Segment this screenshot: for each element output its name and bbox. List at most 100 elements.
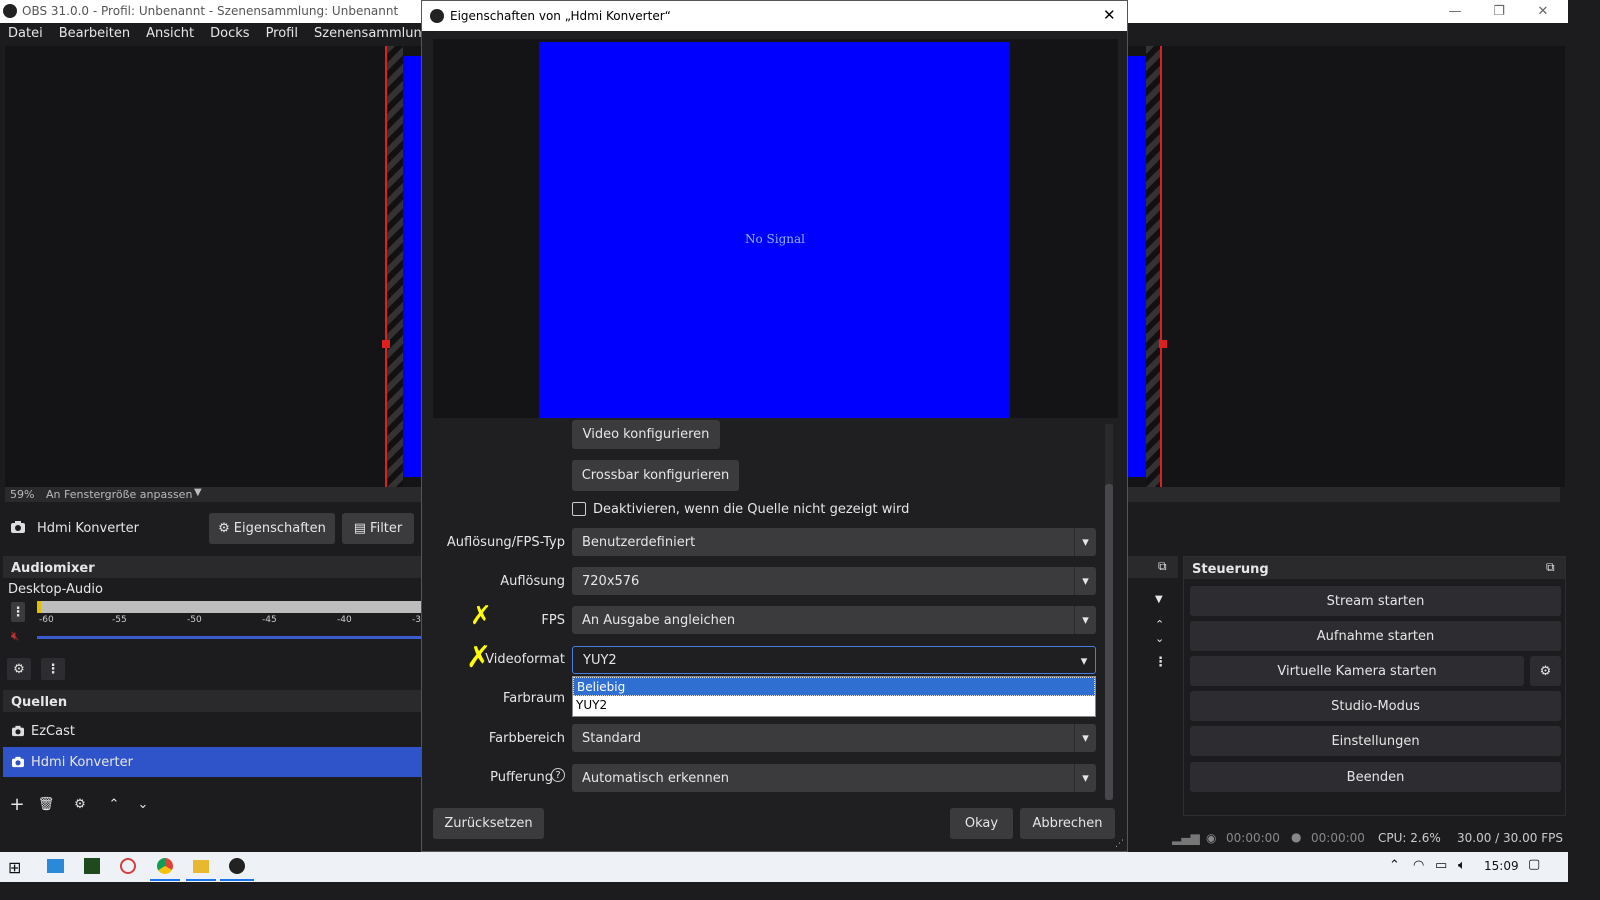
notification-icon[interactable]: ▢ xyxy=(1528,857,1540,872)
chevron-up-icon[interactable]: ⌃ xyxy=(1155,618,1164,631)
dropdown-option-beliebig[interactable]: Beliebig xyxy=(573,677,1095,696)
zoom-level: 59% xyxy=(10,488,35,501)
zoom-dropdown-icon[interactable]: ▼ xyxy=(194,487,202,498)
buffering-label: Pufferung xyxy=(490,770,553,785)
res-type-value: Benutzerdefiniert xyxy=(582,534,696,550)
fps-select[interactable]: An Ausgabe angleichen ▾ xyxy=(572,606,1096,634)
record-start-button[interactable]: Aufnahme starten xyxy=(1190,621,1561,651)
windows-start-icon[interactable]: ⊞ xyxy=(8,858,21,877)
app-icon-paint[interactable] xyxy=(120,858,136,874)
bbox-handle-left[interactable] xyxy=(382,340,390,348)
add-source-button[interactable]: + xyxy=(5,793,29,815)
camera-icon xyxy=(10,520,26,534)
settings-button[interactable]: Einstellungen xyxy=(1190,726,1561,756)
fps-value: An Ausgabe angleichen xyxy=(582,612,736,628)
active-source-name: Hdmi Konverter xyxy=(37,521,139,536)
obs-taskbar-icon[interactable] xyxy=(229,858,245,874)
mute-icon[interactable]: 🔇︎ xyxy=(11,629,19,644)
volume-meter xyxy=(37,601,421,613)
menu-datei[interactable]: Datei xyxy=(0,23,51,45)
record-time: 00:00:00 xyxy=(1311,831,1365,845)
tick: -45 xyxy=(262,615,277,625)
fit-to-window-label[interactable]: An Fenstergröße anpassen xyxy=(46,488,192,501)
move-up-button[interactable]: ⌃ xyxy=(102,793,126,815)
virtual-camera-button[interactable]: Virtuelle Kamera starten xyxy=(1190,656,1524,686)
audio-settings-button[interactable]: ⚙ xyxy=(7,658,31,680)
clock[interactable]: 15:09 xyxy=(1484,859,1519,873)
restore-button[interactable]: ❐ xyxy=(1476,0,1522,23)
bbox-handle-right[interactable] xyxy=(1159,340,1167,348)
chevron-down-icon[interactable]: ⌄ xyxy=(1155,632,1164,645)
no-signal-text: No Signal xyxy=(745,232,805,246)
gear-icon: ⚙ xyxy=(74,796,86,812)
buffering-select[interactable]: Automatisch erkennen ▾ xyxy=(572,764,1096,792)
scrollbar-thumb[interactable] xyxy=(1105,484,1113,800)
audio-menu-button[interactable]: ⋮ xyxy=(41,658,65,680)
tray-expand-icon[interactable]: ⌃ xyxy=(1389,858,1400,873)
source-item-ezcast[interactable]: EzCast xyxy=(3,716,421,746)
menu-profil[interactable]: Profil xyxy=(258,23,306,45)
transition-menu-icon[interactable]: ⋮ xyxy=(1154,655,1167,670)
chrome-icon[interactable] xyxy=(157,858,173,874)
move-down-button[interactable]: ⌄ xyxy=(131,793,155,815)
channel-menu-button[interactable]: ⋮ xyxy=(11,602,25,622)
source-properties-button[interactable]: ⚙ xyxy=(68,793,92,815)
sources-toolbar: + 🗑︎ ⚙ ⌃ ⌄ xyxy=(5,793,155,815)
filter-button[interactable]: ▤ Filter xyxy=(342,513,414,544)
virtual-camera-settings-button[interactable]: ⚙ xyxy=(1530,656,1561,686)
tick: -3 xyxy=(412,615,421,625)
dialog-titlebar: Eigenschaften von „Hdmi Konverter“ ✕ xyxy=(422,1,1127,31)
chevron-down-icon: ▾ xyxy=(1074,528,1096,556)
active-indicator xyxy=(186,879,216,881)
chevron-down-icon[interactable]: ▼ xyxy=(1155,594,1163,605)
desktop-app-icon[interactable] xyxy=(47,859,64,873)
menu-docks[interactable]: Docks xyxy=(202,23,257,45)
menu-szenensammlung[interactable]: Szenensammlung xyxy=(306,23,438,45)
videoformat-label: Videoformat xyxy=(485,652,565,667)
gear-icon: ⚙ xyxy=(1539,663,1552,679)
obs-logo-icon xyxy=(3,4,17,18)
deactivate-checkbox[interactable] xyxy=(572,502,586,516)
res-type-select[interactable]: Benutzerdefiniert ▾ xyxy=(572,528,1096,556)
videoformat-select[interactable]: YUY2 ▾ xyxy=(572,646,1096,674)
volume-slider[interactable] xyxy=(37,636,421,639)
properties-scrollbar[interactable] xyxy=(1105,424,1113,800)
studio-mode-button[interactable]: Studio-Modus xyxy=(1190,691,1561,721)
signal-icon: ▂▄▆ xyxy=(1172,831,1200,845)
colorrange-select[interactable]: Standard ▾ xyxy=(572,724,1096,752)
properties-dialog: Eigenschaften von „Hdmi Konverter“ ✕ No … xyxy=(421,0,1128,852)
meter-level xyxy=(37,601,41,613)
menu-ansicht[interactable]: Ansicht xyxy=(138,23,202,45)
undock-icon[interactable]: ⧉ xyxy=(1158,559,1167,574)
app-icon-terminal[interactable] xyxy=(84,858,100,874)
res-type-label: Auflösung/FPS-Typ xyxy=(446,535,565,550)
menu-bearbeiten[interactable]: Bearbeiten xyxy=(51,23,138,45)
dropdown-option-yuy2[interactable]: YUY2 xyxy=(573,696,1095,715)
close-window-button[interactable]: ✕ xyxy=(1520,0,1566,23)
configure-video-button[interactable]: Video konfigurieren xyxy=(572,420,720,449)
gear-icon: ⚙ xyxy=(218,521,230,536)
undock-icon[interactable]: ⧉ xyxy=(1546,560,1555,575)
speaker-muted-icon[interactable]: 🔈︎ xyxy=(1458,858,1466,873)
resolution-select[interactable]: 720x576 ▾ xyxy=(572,567,1096,595)
battery-icon[interactable]: ▭ xyxy=(1435,858,1447,873)
configure-crossbar-button[interactable]: Crossbar konfigurieren xyxy=(572,460,739,491)
exit-button[interactable]: Beenden xyxy=(1190,762,1561,792)
taskbar: ⊞ ⌃ ◠ ▭ 🔈︎ 15:09 ▢ xyxy=(0,852,1568,882)
file-explorer-icon[interactable] xyxy=(193,860,209,873)
properties-button[interactable]: ⚙ Eigenschaften xyxy=(209,513,335,544)
network-icon[interactable]: ◠ xyxy=(1413,858,1424,873)
reset-button[interactable]: Zurücksetzen xyxy=(433,808,544,839)
videoformat-dropdown-list: Beliebig YUY2 xyxy=(572,676,1096,717)
help-icon[interactable]: ? xyxy=(551,768,565,782)
minimize-button[interactable]: — xyxy=(1432,0,1478,23)
source-item-hdmi-konverter[interactable]: Hdmi Konverter xyxy=(3,747,421,777)
cancel-button[interactable]: Abbrechen xyxy=(1020,808,1115,839)
resize-grip-icon[interactable]: ⋰ xyxy=(1115,839,1124,849)
stream-start-button[interactable]: Stream starten xyxy=(1190,586,1561,616)
close-dialog-button[interactable]: ✕ xyxy=(1103,6,1116,24)
remove-source-button[interactable]: 🗑︎ xyxy=(34,793,58,815)
ok-button[interactable]: Okay xyxy=(950,808,1013,839)
colorrange-value: Standard xyxy=(582,730,642,746)
bbox-right-edge xyxy=(1160,46,1162,487)
